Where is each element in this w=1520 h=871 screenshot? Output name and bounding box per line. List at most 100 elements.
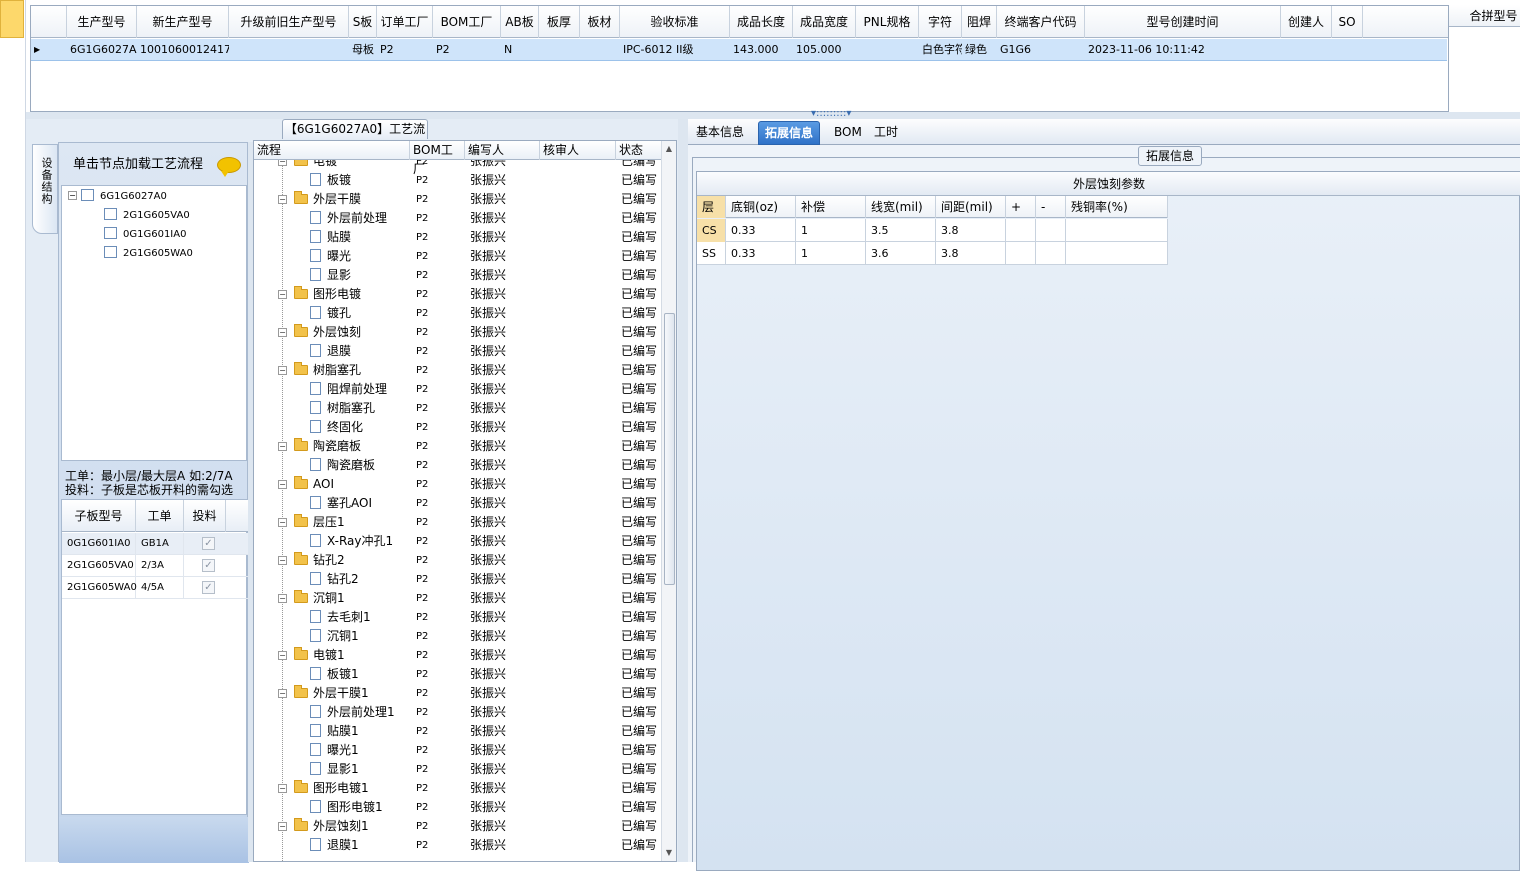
col-header[interactable]: 升级前旧生产型号: [229, 6, 349, 38]
table-cell[interactable]: 3.5: [866, 219, 936, 242]
table-row[interactable]: 2G1G605VA0 2/3A ✓: [62, 555, 248, 577]
table-cell[interactable]: 3.6: [866, 242, 936, 265]
tree-row[interactable]: 树脂塞孔 P2 张振兴 已编写: [254, 399, 662, 418]
feed-checkbox[interactable]: ✓: [202, 559, 215, 572]
col-header[interactable]: BOM工厂: [433, 6, 501, 38]
col-header[interactable]: 终端客户代码: [997, 6, 1085, 38]
tree-row[interactable]: − 陶瓷磨板 P2 张振兴 已编写: [254, 437, 662, 456]
tree-row[interactable]: − 电镀 P2 张振兴 已编写: [254, 160, 662, 171]
table-cell[interactable]: [1036, 242, 1066, 265]
tree-row[interactable]: 显影 P2 张振兴 已编写: [254, 266, 662, 285]
collapse-icon[interactable]: −: [278, 784, 287, 793]
collapse-icon[interactable]: −: [278, 366, 287, 375]
tree-row[interactable]: 去毛刺1 P2 张振兴 已编写: [254, 608, 662, 627]
tree-row[interactable]: 板镀1 P2 张振兴 已编写: [254, 665, 662, 684]
scroll-thumb[interactable]: [664, 313, 675, 585]
tree-root-node[interactable]: −6G1G6027A0: [68, 188, 167, 206]
col-header[interactable]: 底铜(oz): [726, 196, 796, 218]
collapse-icon[interactable]: −: [278, 480, 287, 489]
vertical-splitter[interactable]: [678, 119, 688, 862]
tree-row[interactable]: 钻孔2 P2 张振兴 已编写: [254, 570, 662, 589]
tree-row[interactable]: 贴膜1 P2 张振兴 已编写: [254, 722, 662, 741]
col-header[interactable]: 生产型号: [67, 6, 137, 38]
tree-row[interactable]: 外层前处理 P2 张振兴 已编写: [254, 209, 662, 228]
tree-row[interactable]: 贴膜 P2 张振兴 已编写: [254, 228, 662, 247]
tree-row[interactable]: 板镀 P2 张振兴 已编写: [254, 171, 662, 190]
tree-row[interactable]: 图形电镀1 P2 张振兴 已编写: [254, 798, 662, 817]
collapse-icon[interactable]: −: [278, 822, 287, 831]
tab-process-flow[interactable]: 【6G1G6027A0】工艺流程: [282, 119, 428, 154]
tree-row[interactable]: 退膜1 P2 张振兴 已编写: [254, 836, 662, 855]
table-row[interactable]: 0G1G601IA0 GB1A ✓: [62, 533, 248, 555]
col-header[interactable]: AB板: [501, 6, 539, 38]
table-cell[interactable]: 0.33: [726, 242, 796, 265]
col-header[interactable]: 层: [697, 196, 726, 218]
tree-row[interactable]: 显影1 P2 张振兴 已编写: [254, 760, 662, 779]
col-header[interactable]: 间距(mil): [936, 196, 1006, 218]
col-header[interactable]: PNL规格: [856, 6, 919, 38]
tree-row[interactable]: − 钻孔2 P2 张振兴 已编写: [254, 551, 662, 570]
collapse-icon[interactable]: −: [278, 556, 287, 565]
tab-basic-info[interactable]: 基本信息: [690, 121, 750, 145]
tree-row[interactable]: 沉铜1 P2 张振兴 已编写: [254, 627, 662, 646]
tree-row[interactable]: 终固化 P2 张振兴 已编写: [254, 418, 662, 437]
tree-row[interactable]: 镀孔 P2 张振兴 已编写: [254, 304, 662, 323]
table-row[interactable]: 2G1G605WA0 4/5A ✓: [62, 577, 248, 599]
col-header[interactable]: 验收标准: [620, 6, 730, 38]
table-cell[interactable]: 0.33: [726, 219, 796, 242]
tree-row[interactable]: − 沉铜1 P2 张振兴 已编写: [254, 589, 662, 608]
tree-child-node[interactable]: 2G1G605VA0: [104, 207, 190, 225]
col-header[interactable]: 字符: [919, 6, 962, 38]
scroll-up-icon[interactable]: ▲: [664, 144, 674, 154]
table-cell[interactable]: 3.8: [936, 242, 1006, 265]
tree-row[interactable]: 阻焊前处理 P2 张振兴 已编写: [254, 380, 662, 399]
table-cell[interactable]: 3.8: [936, 219, 1006, 242]
col-header[interactable]: 投料: [184, 500, 226, 532]
tree-row[interactable]: − AOI P2 张振兴 已编写: [254, 475, 662, 494]
col-header[interactable]: -: [1036, 196, 1066, 218]
collapse-icon[interactable]: −: [278, 689, 287, 698]
table-cell[interactable]: 1: [796, 219, 866, 242]
table-cell[interactable]: CS: [697, 219, 726, 242]
tree-row[interactable]: − 图形电镀 P2 张振兴 已编写: [254, 285, 662, 304]
col-header[interactable]: 流程: [254, 141, 410, 160]
collapse-icon[interactable]: −: [278, 651, 287, 660]
col-header[interactable]: 线宽(mil): [866, 196, 936, 218]
collapse-icon[interactable]: −: [278, 328, 287, 337]
col-header[interactable]: 子板型号: [62, 500, 136, 532]
col-header[interactable]: 补偿: [796, 196, 866, 218]
tab-work-hours[interactable]: 工时: [868, 121, 904, 145]
tab-device-structure[interactable]: 设备结构: [32, 144, 58, 234]
table-cell[interactable]: SS: [697, 242, 726, 265]
tree-row[interactable]: − 外层蚀刻1 P2 张振兴 已编写: [254, 817, 662, 836]
collapse-icon[interactable]: −: [278, 290, 287, 299]
tree-row[interactable]: 曝光 P2 张振兴 已编写: [254, 247, 662, 266]
table-cell[interactable]: [1066, 219, 1168, 242]
tree-row[interactable]: − 层压1 P2 张振兴 已编写: [254, 513, 662, 532]
tree-row[interactable]: − 外层干膜 P2 张振兴 已编写: [254, 190, 662, 209]
col-header[interactable]: 核审人: [540, 141, 616, 160]
table-cell[interactable]: [1006, 219, 1036, 242]
scroll-down-icon[interactable]: ▼: [664, 848, 674, 858]
collapse-icon[interactable]: −: [278, 442, 287, 451]
col-header[interactable]: S板: [349, 6, 377, 38]
tree-row[interactable]: 外层前处理1 P2 张振兴 已编写: [254, 703, 662, 722]
col-header[interactable]: 订单工厂: [377, 6, 433, 38]
col-header[interactable]: +: [1006, 196, 1036, 218]
tree-row[interactable]: 塞孔AOI P2 张振兴 已编写: [254, 494, 662, 513]
tree-child-node[interactable]: 2G1G605WA0: [104, 245, 193, 263]
tree-row[interactable]: 退膜 P2 张振兴 已编写: [254, 342, 662, 361]
feed-checkbox[interactable]: ✓: [202, 537, 215, 550]
table-cell[interactable]: 1: [796, 242, 866, 265]
col-header[interactable]: 成品长度: [730, 6, 793, 38]
col-header[interactable]: 状态: [616, 141, 662, 160]
tree-row[interactable]: − 树脂塞孔 P2 张振兴 已编写: [254, 361, 662, 380]
col-header[interactable]: 阻焊: [962, 6, 997, 38]
tree-row[interactable]: − 外层干膜1 P2 张振兴 已编写: [254, 684, 662, 703]
tree-row[interactable]: − 电镀1 P2 张振兴 已编写: [254, 646, 662, 665]
col-header[interactable]: 板厚: [539, 6, 580, 38]
tree-child-node[interactable]: 0G1G601IA0: [104, 226, 186, 244]
collapse-icon[interactable]: −: [278, 594, 287, 603]
table-row[interactable]: SS 0.33 1 3.6 3.8: [697, 242, 1168, 265]
table-cell[interactable]: [1066, 242, 1168, 265]
